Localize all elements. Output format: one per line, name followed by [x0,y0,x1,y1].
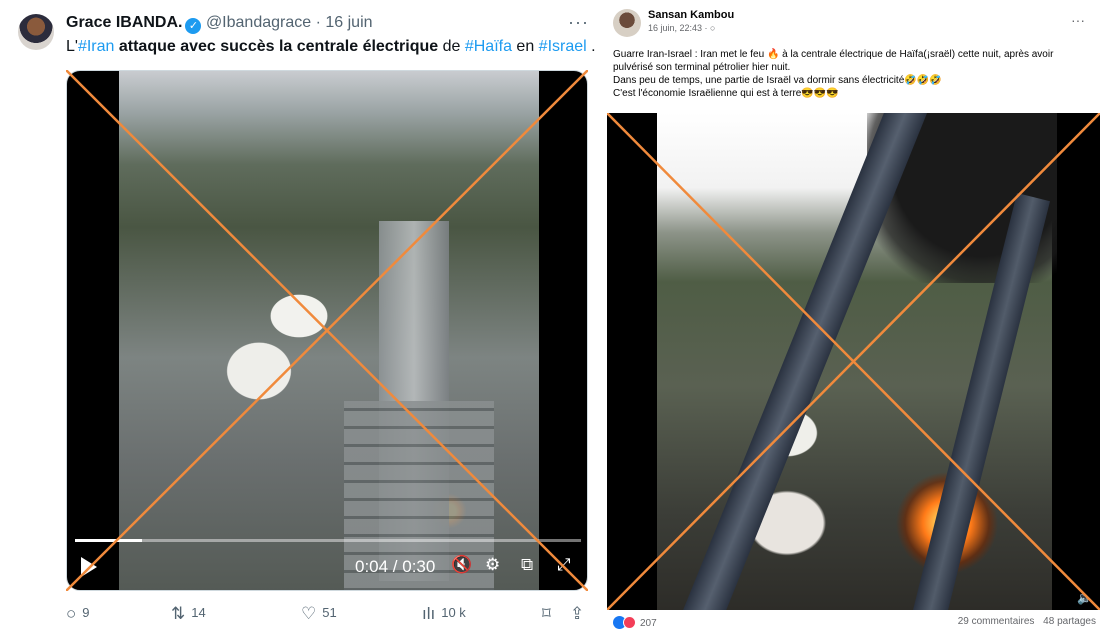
video-frame [657,113,1057,610]
text-part: L' [66,38,78,55]
verified-badge-icon: ✓ [185,18,202,34]
love-reaction-icon [623,616,636,629]
bookmark-icon[interactable]: ⌑ [542,604,557,624]
like-button[interactable]: ♡ 51 [301,604,337,624]
video-controls: 0:04 / 0:30 🔇 ⚙ ⧉ ⤢ [67,551,587,587]
video-frame [119,71,539,590]
reply-icon: ○ [66,604,77,623]
volume-icon[interactable]: 🔈 [1077,591,1092,605]
author-avatar[interactable] [18,14,54,50]
like-count: 51 [322,605,337,620]
comments-link[interactable]: 29 commentaires [958,616,1035,627]
video-time: 0:04 / 0:30 [355,557,436,576]
post-date[interactable]: 16 juin [325,14,372,31]
mute-icon[interactable]: 🔇 [451,555,472,575]
more-options-icon[interactable]: ··· [568,12,589,33]
post-line: Dans peu de temps, une partie de Israël … [613,75,942,86]
fullscreen-icon[interactable]: ⤢ [557,555,571,575]
post-header: Grace IBANDA. ✓ @Ibandagrace · 16 juin [66,14,373,34]
video-progress-fill [75,539,143,542]
post-line: Guarre Iran-Israel : Iran met le feu 🔥 à… [613,49,1054,60]
post-actions: ○ 9 ⇅ 14 ♡ 51 ılı 10 k ⌑ ⇪ [66,604,588,626]
settings-icon[interactable]: ⚙ [485,555,500,575]
views-icon: ılı [422,604,436,623]
author-avatar[interactable] [613,9,641,37]
reply-button[interactable]: ○ 9 [66,604,90,624]
post-text: Guarre Iran-Israel : Iran met le feu 🔥 à… [613,48,1093,100]
share-icon[interactable]: ⇪ [570,604,590,624]
video-player[interactable]: 🔈 [607,113,1100,610]
video-progress-bar[interactable] [75,539,581,542]
repost-button[interactable]: ⇅ 14 [171,604,206,624]
more-options-icon[interactable]: ··· [1071,12,1085,28]
engagement-stats: 29 commentaires 48 partages [958,616,1096,627]
hashtag-israel[interactable]: #Israel [539,38,587,55]
text-part: de [438,38,465,55]
text-part: . [586,38,596,55]
hashtag-iran[interactable]: #Iran [78,38,114,55]
views-button[interactable]: ılı 10 k [422,604,466,624]
foreground-pole [682,113,930,610]
post-line: pulvérisé son terminal pétrolier hier nu… [613,62,791,73]
repost-icon: ⇅ [171,604,186,623]
picture-in-picture-icon[interactable]: ⧉ [521,555,533,575]
shares-link[interactable]: 48 partages [1043,616,1096,627]
author-handle[interactable]: @Ibandagrace [206,14,311,31]
text-part: en [511,38,539,55]
views-count: 10 k [441,605,466,620]
text-bold-part: attaque avec succès la centrale électriq… [114,38,439,55]
facebook-post: Sansan Kambou 16 juin, 22:43 · ○ ··· Gua… [603,0,1100,635]
x-post: Grace IBANDA. ✓ @Ibandagrace · 16 juin ··… [0,0,600,635]
repost-count: 14 [191,605,206,620]
reaction-count: 207 [640,618,657,629]
reply-count: 9 [82,605,90,620]
hashtag-haifa[interactable]: #Haïfa [465,38,512,55]
video-player[interactable]: 0:04 / 0:30 🔇 ⚙ ⧉ ⤢ [66,70,588,591]
post-meta[interactable]: 16 juin, 22:43 · ○ [648,23,715,33]
separator: · [315,14,321,31]
post-text: L'#Iran attaque avec succès la centrale … [66,37,596,57]
reactions[interactable]: 207 [613,616,657,629]
post-footer: 207 29 commentaires 48 partages [613,616,1096,632]
author-name[interactable]: Sansan Kambou [648,9,734,21]
author-name[interactable]: Grace IBANDA. [66,14,182,31]
heart-icon: ♡ [301,604,317,623]
post-line: C'est l'économie Israëlienne qui est à t… [613,88,839,99]
play-icon[interactable] [81,557,97,577]
